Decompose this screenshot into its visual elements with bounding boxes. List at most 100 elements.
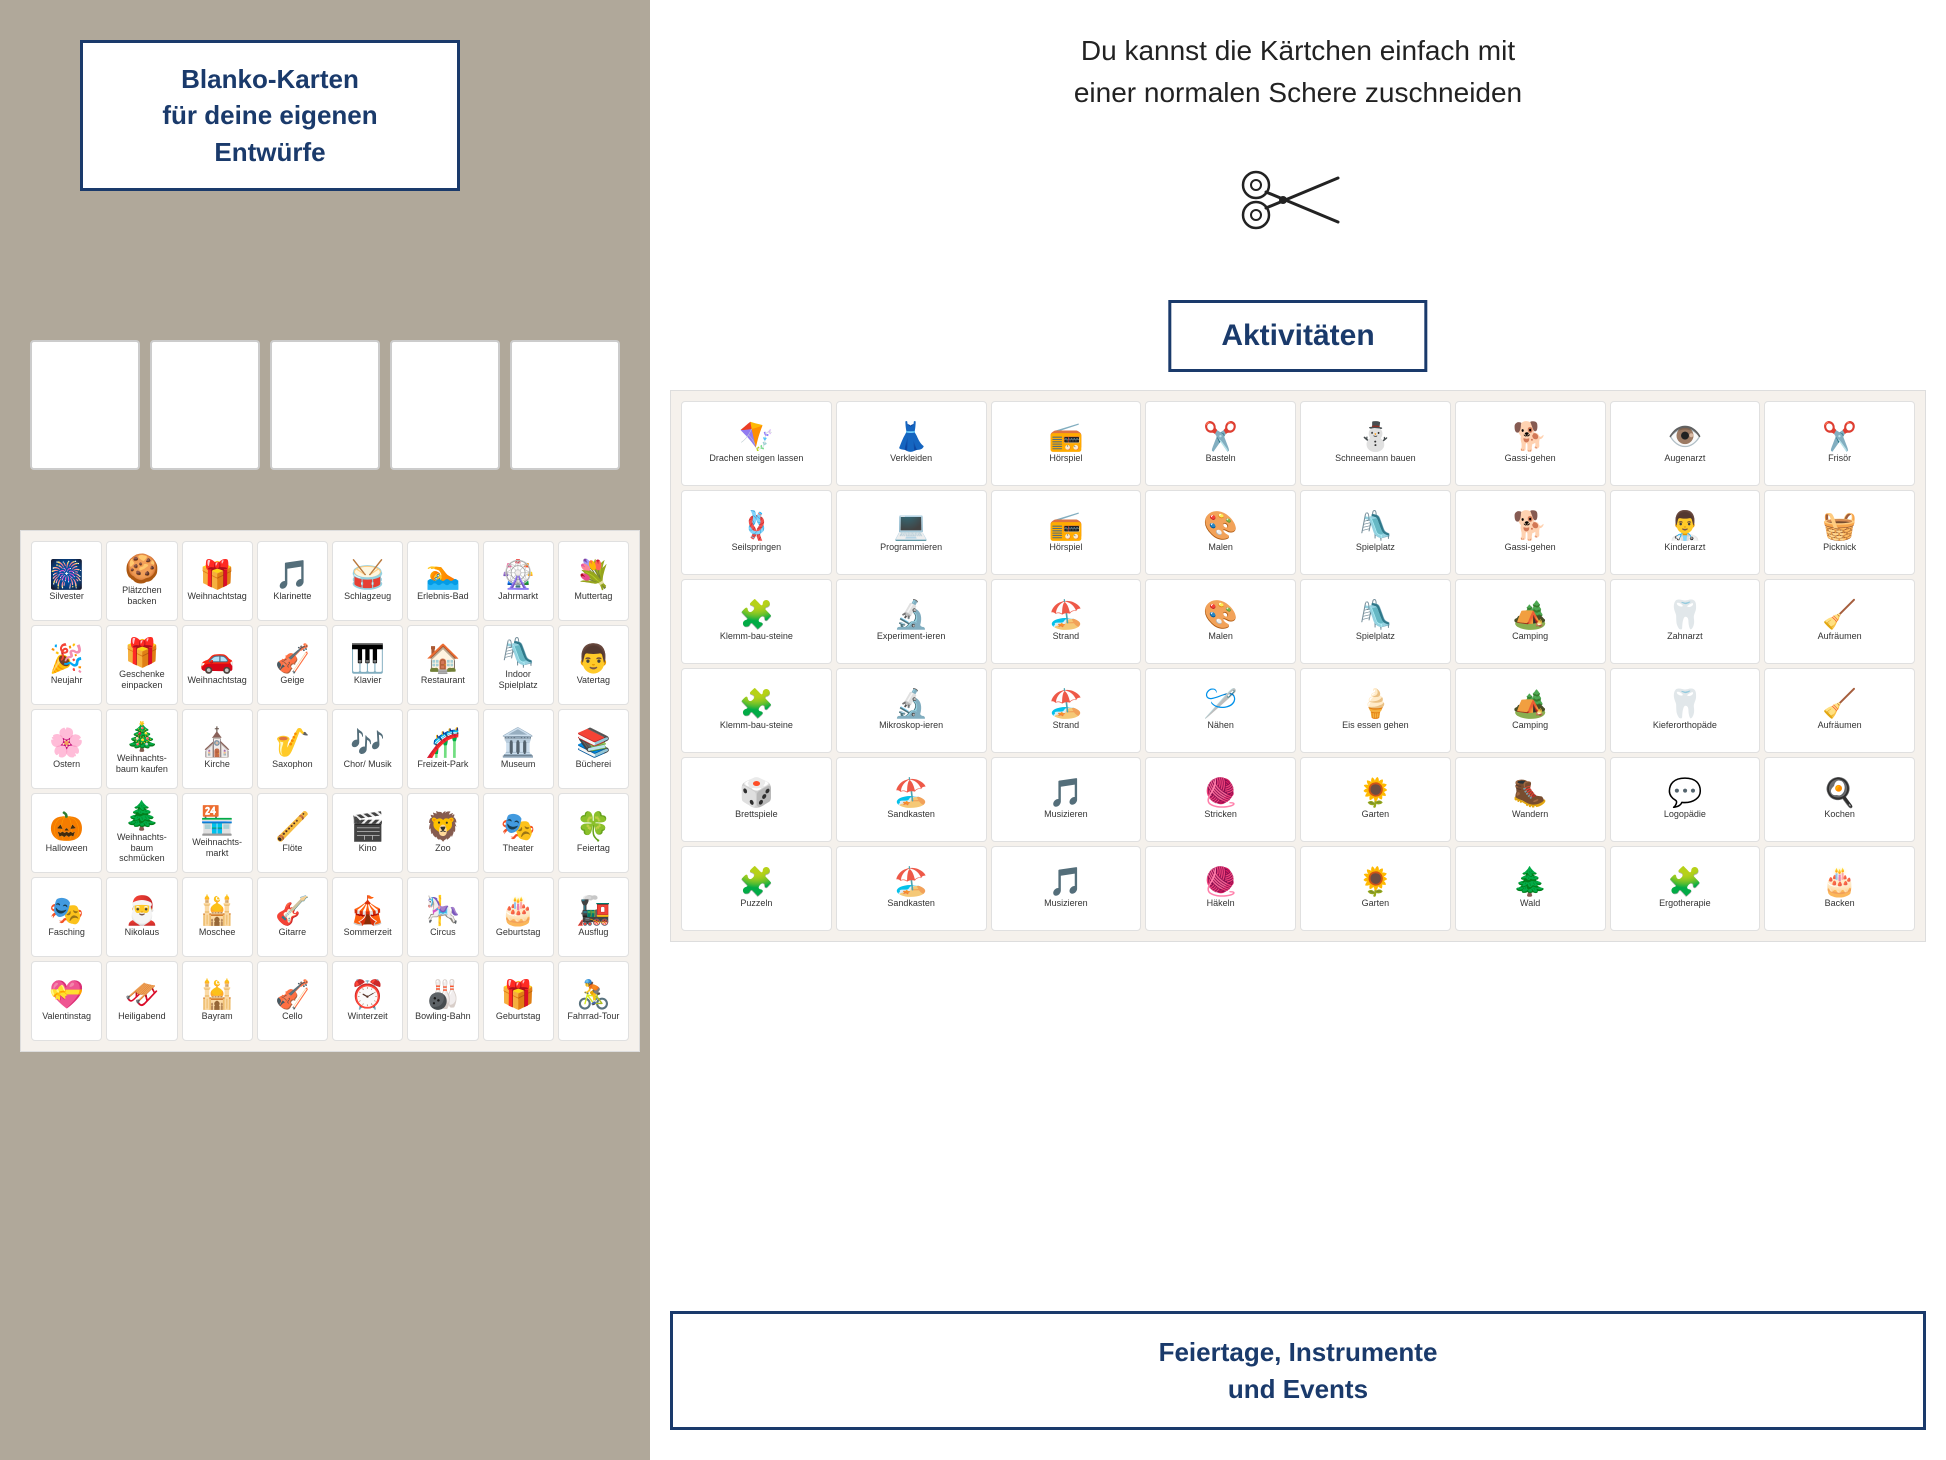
activity-icon: 💻 bbox=[894, 512, 929, 540]
activity-cell: 📻Hörspiel bbox=[991, 490, 1142, 575]
grid-cell-icon: 🚂 bbox=[576, 897, 611, 925]
activity-icon: 🥾 bbox=[1513, 779, 1548, 807]
activity-cell: 🐕Gassi-gehen bbox=[1455, 401, 1606, 486]
grid-cell-label: Fasching bbox=[48, 927, 85, 938]
left-grid-cell: 🎻Geige bbox=[257, 625, 328, 705]
grid-cell-icon: 🪈 bbox=[275, 813, 310, 841]
activity-cell: 🧩Ergotherapie bbox=[1610, 846, 1761, 931]
left-grid-cell: 🎂Geburtstag bbox=[483, 877, 554, 957]
activity-icon: 🐕 bbox=[1513, 512, 1548, 540]
grid-cell-icon: 🎄 bbox=[124, 723, 159, 751]
activity-icon: 👁️ bbox=[1667, 423, 1702, 451]
activity-cell: 🛝Spielplatz bbox=[1300, 490, 1451, 575]
grid-cell-icon: 🚴 bbox=[576, 981, 611, 1009]
activity-label: Spielplatz bbox=[1356, 631, 1395, 642]
left-grid-cell: 🎢Freizeit-Park bbox=[407, 709, 478, 789]
grid-cell-icon: 🍀 bbox=[576, 813, 611, 841]
grid-cell-icon: 🎂 bbox=[501, 897, 536, 925]
activity-cell: 👨‍⚕️Kinderarzt bbox=[1610, 490, 1761, 575]
activity-icon: 🎨 bbox=[1203, 601, 1238, 629]
grid-cell-label: Feiertag bbox=[577, 843, 610, 854]
grid-cell-label: Kirche bbox=[204, 759, 230, 770]
activity-label: Frisör bbox=[1828, 453, 1851, 464]
activity-label: Camping bbox=[1512, 720, 1548, 731]
grid-cell-icon: 🎠 bbox=[425, 897, 460, 925]
activity-cell: 🪢Seilspringen bbox=[681, 490, 832, 575]
activity-icon: 📻 bbox=[1048, 423, 1083, 451]
activity-label: Schneemann bauen bbox=[1335, 453, 1416, 464]
activity-label: Gassi-gehen bbox=[1505, 453, 1556, 464]
grid-cell-label: Bücherei bbox=[576, 759, 612, 770]
activity-cell: 🪡 Nähen bbox=[1145, 668, 1296, 753]
grid-cell-label: Cello bbox=[282, 1011, 303, 1022]
left-grid-cell: 🎃Halloween bbox=[31, 793, 102, 873]
activity-label: Puzzeln bbox=[740, 898, 772, 909]
grid-cell-icon: 🕌 bbox=[200, 897, 235, 925]
activity-label: Klemm-bau-steine bbox=[720, 631, 793, 642]
grid-cell-icon: 🎆 bbox=[49, 561, 84, 589]
grid-cell-icon: 🎻 bbox=[275, 645, 310, 673]
activity-cell: 🎵Musizieren bbox=[991, 846, 1142, 931]
grid-cell-icon: 🏠 bbox=[425, 645, 460, 673]
activity-icon: 🪡 bbox=[1203, 690, 1238, 718]
left-grid-cell: 💐Muttertag bbox=[558, 541, 629, 621]
activity-icon: 🌻 bbox=[1358, 779, 1393, 807]
grid-cell-icon: 📚 bbox=[576, 729, 611, 757]
activity-label: Strand bbox=[1053, 720, 1080, 731]
activity-label: Hörspiel bbox=[1049, 542, 1082, 553]
activity-icon: 🪁 bbox=[739, 423, 774, 451]
grid-cell-label: Bowling-Bahn bbox=[415, 1011, 471, 1022]
activity-cell: 💻Programmieren bbox=[836, 490, 987, 575]
activity-icon: 🏖️ bbox=[1048, 601, 1083, 629]
activity-cell: 🔬Mikroskop-ieren bbox=[836, 668, 987, 753]
grid-cell-icon: 🚗 bbox=[200, 645, 235, 673]
activity-cell: 🏖️ Strand bbox=[991, 579, 1142, 664]
activity-label: Brettspiele bbox=[735, 809, 778, 820]
activity-cell: 🏕️ Camping bbox=[1455, 668, 1606, 753]
scissors-icon bbox=[650, 160, 1946, 240]
left-grid-cell: 🎭Fasching bbox=[31, 877, 102, 957]
activity-label: Wald bbox=[1520, 898, 1540, 909]
feiertage-title: Feiertage, Instrumenteund Events bbox=[693, 1334, 1903, 1407]
activity-cell: 🧶Stricken bbox=[1145, 757, 1296, 842]
left-grid-cell: 💝Valentinstag bbox=[31, 961, 102, 1041]
grid-cell-label: Indoor Spielplatz bbox=[486, 669, 551, 691]
grid-cell-label: Saxophon bbox=[272, 759, 313, 770]
left-grid-cell: ⏰Winterzeit bbox=[332, 961, 403, 1041]
activity-icon: 🎨 bbox=[1203, 512, 1238, 540]
activity-cell: 🎵Musizieren bbox=[991, 757, 1142, 842]
left-grid-cell: 🍪Plätzchen backen bbox=[106, 541, 177, 621]
activity-label: Picknick bbox=[1823, 542, 1856, 553]
activity-icon: 🏕️ bbox=[1513, 690, 1548, 718]
activity-label: Ergotherapie bbox=[1659, 898, 1711, 909]
activity-icon: 🏕️ bbox=[1513, 601, 1548, 629]
activity-label: Drachen steigen lassen bbox=[709, 453, 803, 464]
activity-icon: 🏖️ bbox=[894, 779, 929, 807]
left-grid-cell: 🎵Klarinette bbox=[257, 541, 328, 621]
left-grid-cell: 🎁Geburtstag bbox=[483, 961, 554, 1041]
activity-label: Kieferorthopäde bbox=[1653, 720, 1717, 731]
activity-icon: 🍳 bbox=[1822, 779, 1857, 807]
activity-label: Nähen bbox=[1207, 720, 1234, 731]
grid-cell-icon: 🎡 bbox=[501, 561, 536, 589]
grid-cell-label: Restaurant bbox=[421, 675, 465, 686]
grid-cell-label: Flöte bbox=[282, 843, 302, 854]
grid-cell-label: Nikolaus bbox=[125, 927, 160, 938]
blank-card-4 bbox=[390, 340, 500, 470]
activities-section: 🪁Drachen steigen lassen👗Verkleiden📻Hörsp… bbox=[670, 390, 1926, 942]
activity-label: Strand bbox=[1053, 631, 1080, 642]
activity-cell: 💬Logopädie bbox=[1610, 757, 1761, 842]
grid-cell-label: Theater bbox=[503, 843, 534, 854]
activity-icon: 🧺 bbox=[1822, 512, 1857, 540]
activity-icon: 🎵 bbox=[1048, 868, 1083, 896]
activity-cell: ✂️Basteln bbox=[1145, 401, 1296, 486]
activity-icon: 🧩 bbox=[739, 690, 774, 718]
activity-cell: ⛄Schneemann bauen bbox=[1300, 401, 1451, 486]
grid-cell-label: Vatertag bbox=[577, 675, 610, 686]
activity-icon: 🌲 bbox=[1513, 868, 1548, 896]
activity-cell: 👗Verkleiden bbox=[836, 401, 987, 486]
activity-label: Aufräumen bbox=[1818, 631, 1862, 642]
left-grid-cell: 🚂Ausflug bbox=[558, 877, 629, 957]
activity-cell: 🏖️Strand bbox=[991, 668, 1142, 753]
activity-icon: 🎵 bbox=[1048, 779, 1083, 807]
